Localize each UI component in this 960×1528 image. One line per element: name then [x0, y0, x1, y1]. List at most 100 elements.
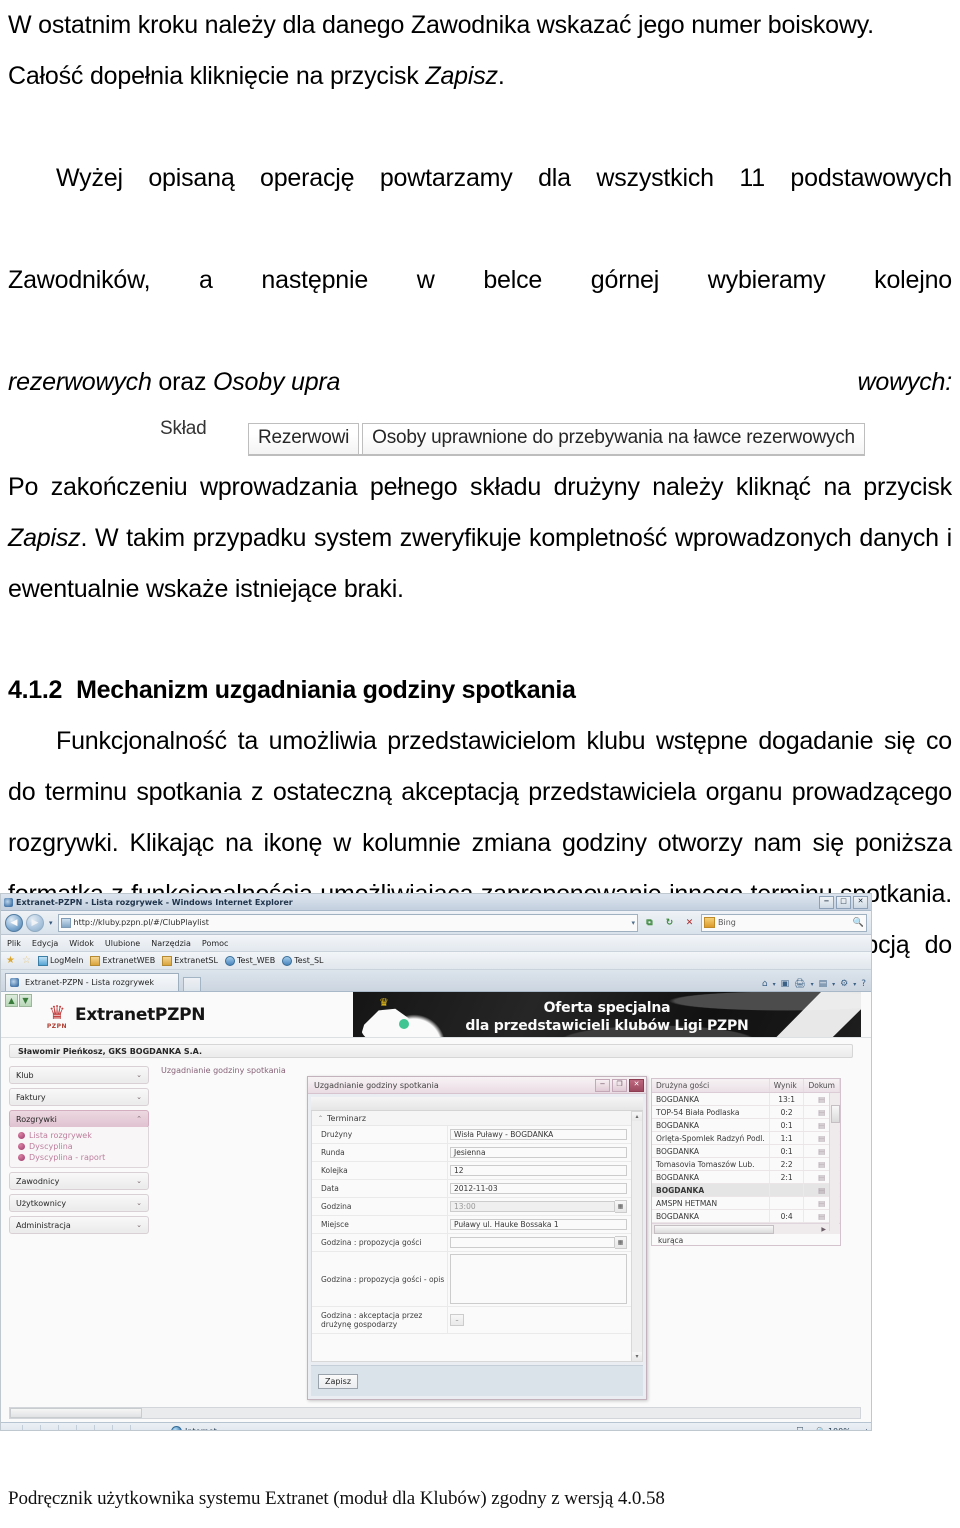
- protected-mode-icon[interactable]: ⛉: [797, 1426, 803, 1430]
- form-group-terminarz[interactable]: ⌃ Terminarz: [312, 1111, 631, 1126]
- browser-title-bar: Extranet-PZPN - Lista rozgrywek - Window…: [1, 894, 871, 911]
- table-row-selected[interactable]: BOGDANKA ▤: [652, 1183, 840, 1197]
- menu-item-widok[interactable]: Widok: [69, 939, 94, 948]
- favorite-extranetweb[interactable]: ExtranetWEB: [90, 955, 155, 966]
- address-chevron-down-icon[interactable]: ▾: [628, 919, 635, 927]
- data-input[interactable]: 2012-11-03: [450, 1183, 627, 1194]
- favorite-extranetsl[interactable]: ExtranetSL: [162, 955, 218, 966]
- document-body: W ostatnim kroku należy dla danego Zawod…: [8, 0, 952, 1022]
- page-horizontal-scrollbar[interactable]: [9, 1407, 861, 1419]
- minimize-button[interactable]: −: [819, 895, 834, 909]
- column-header-wynik[interactable]: Wynik: [769, 1079, 805, 1093]
- back-icon[interactable]: ◀: [5, 913, 23, 932]
- menu-item-narzedzia[interactable]: Narzędzia: [151, 939, 191, 948]
- print-chevron-down-icon[interactable]: ▾: [811, 981, 814, 988]
- print-icon[interactable]: 🖨: [794, 979, 805, 989]
- menu-item-ulubione[interactable]: Ulubione: [105, 939, 140, 948]
- zoom-control[interactable]: 🔍 100% ▾: [816, 1427, 856, 1431]
- runda-input[interactable]: Jesienna: [450, 1147, 627, 1158]
- godzina-picker-icon[interactable]: ▦: [615, 1200, 627, 1213]
- sidebar-item-administracja[interactable]: Administracja ⌄: [9, 1216, 149, 1234]
- grid-vertical-scrollbar[interactable]: [829, 1093, 840, 1231]
- sidebar-item-klub[interactable]: Klub ⌄: [9, 1066, 149, 1084]
- table-row[interactable]: BOGDANKA 0:4 ▤: [652, 1209, 840, 1223]
- forward-icon[interactable]: ▶: [26, 913, 44, 932]
- scroll-down-icon[interactable]: ▾: [632, 1352, 642, 1361]
- favorite-test-sl[interactable]: Test_SL: [282, 955, 323, 966]
- home-chevron-down-icon[interactable]: ▾: [773, 981, 776, 988]
- table-row[interactable]: AMSPN HETMAN ▤: [652, 1196, 840, 1210]
- table-row[interactable]: TOP-54 Biała Podlaska 0:2 ▤: [652, 1105, 840, 1119]
- arrow-up-icon[interactable]: ▲: [5, 994, 18, 1007]
- grid-horizontal-scrollbar[interactable]: ▶: [652, 1223, 840, 1234]
- feed-icon[interactable]: ▣: [781, 979, 790, 989]
- help-icon[interactable]: ?: [861, 979, 866, 989]
- tools-icon[interactable]: ⚙: [840, 979, 848, 989]
- propozycja-gosci-opis-textarea[interactable]: [450, 1254, 627, 1304]
- chevron-down-icon: ⌄: [136, 1071, 142, 1079]
- field-value-wrapper: 2012-11-03: [448, 1180, 631, 1197]
- new-tab-button[interactable]: [183, 977, 201, 991]
- site-logo[interactable]: ♛ PZPN ExtranetPZPN: [44, 1000, 206, 1030]
- refresh-icon[interactable]: ↻: [661, 914, 678, 932]
- home-icon[interactable]: ⌂: [762, 979, 768, 989]
- zoom-chevron-down-icon[interactable]: ▾: [853, 1428, 856, 1431]
- miejsce-input[interactable]: Puławy ul. Hauke Bossaka 1: [450, 1219, 627, 1230]
- promo-banner[interactable]: ♛ Oferta specjalna dla przedstawicieli k…: [353, 992, 861, 1037]
- table-row[interactable]: BOGDANKA 0:1 ▤: [652, 1144, 840, 1158]
- tools-chevron-down-icon[interactable]: ▾: [853, 981, 856, 988]
- save-button[interactable]: Zapisz: [318, 1373, 359, 1389]
- sidebar-subitem-lista-rozgrywek[interactable]: Lista rozgrywek: [18, 1130, 148, 1141]
- recent-pages-chevron-down-icon[interactable]: ▾: [47, 919, 55, 927]
- propozycja-gosci-picker-icon[interactable]: ▦: [615, 1236, 627, 1249]
- search-input[interactable]: Bing 🔍: [701, 913, 867, 932]
- favorites-star-icon[interactable]: ★: [6, 955, 15, 966]
- scroll-up-icon[interactable]: ▴: [632, 1112, 642, 1121]
- column-header-dokum[interactable]: Dokum: [803, 1079, 840, 1093]
- grid-vertical-scroll-thumb[interactable]: [831, 1105, 840, 1123]
- compatibility-view-icon[interactable]: ⧉: [641, 914, 658, 932]
- sidebar-item-zawodnicy[interactable]: Zawodnicy ⌄: [9, 1172, 149, 1190]
- druzyny-input[interactable]: Wisła Puławy - BOGDANKA: [450, 1129, 627, 1140]
- dialog-minimize-button[interactable]: −: [595, 1078, 610, 1092]
- close-button[interactable]: ✕: [853, 895, 868, 909]
- sidebar-item-rozgrywki[interactable]: Rozgrywki ⌃: [9, 1110, 149, 1128]
- security-zone[interactable]: Internet: [171, 1425, 217, 1430]
- menu-item-pomoc[interactable]: Pomoc: [202, 939, 229, 948]
- propozycja-gosci-input[interactable]: [450, 1237, 615, 1248]
- grid-horizontal-scroll-thumb[interactable]: [654, 1224, 774, 1234]
- page-horizontal-scroll-thumb[interactable]: [10, 1408, 142, 1418]
- sidebar-item-uzytkownicy[interactable]: Użytkownicy ⌄: [9, 1194, 149, 1212]
- stop-icon[interactable]: ✕: [681, 914, 698, 932]
- resize-grip-icon[interactable]: ◢: [861, 1427, 867, 1431]
- page-icon[interactable]: ▤: [819, 979, 828, 989]
- kolejka-input[interactable]: 12: [450, 1165, 627, 1176]
- table-row[interactable]: Orlęta-Spomlek Radzyń Podl. 1:1 ▤: [652, 1131, 840, 1145]
- arrow-down-icon[interactable]: ▼: [19, 994, 32, 1007]
- menu-item-edycja[interactable]: Edycja: [32, 939, 58, 948]
- godzina-input[interactable]: 13:00: [450, 1201, 615, 1212]
- table-row[interactable]: BOGDANKA 0:1 ▤: [652, 1118, 840, 1132]
- page-chevron-down-icon[interactable]: ▾: [832, 981, 835, 988]
- dialog-vertical-scrollbar[interactable]: ▴ ▾: [632, 1111, 643, 1362]
- dialog-footer: Zapisz: [311, 1365, 643, 1396]
- sidebar-item-faktury[interactable]: Faktury ⌄: [9, 1088, 149, 1106]
- akceptacja-gospodarzy-checkbox[interactable]: –: [450, 1314, 464, 1326]
- dialog-close-button[interactable]: ✕: [629, 1078, 644, 1092]
- table-row[interactable]: BOGDANKA 2:1 ▤: [652, 1170, 840, 1184]
- menu-item-plik[interactable]: Plik: [7, 939, 21, 948]
- browser-tab[interactable]: Extranet-PZPN - Lista rozgrywek: [5, 973, 179, 991]
- favorite-test-web[interactable]: Test_WEB: [224, 955, 275, 966]
- add-to-favorites-icon[interactable]: ☆: [22, 955, 31, 966]
- sidebar-subitem-dyscyplina-raport[interactable]: Dyscyplina - raport: [18, 1152, 148, 1163]
- maximize-button[interactable]: □: [836, 895, 851, 909]
- table-row[interactable]: BOGDANKA 13:1 ▤: [652, 1092, 840, 1106]
- search-icon[interactable]: 🔍: [853, 918, 864, 928]
- column-header-druzyna-gosci[interactable]: Drużyna gości: [652, 1079, 770, 1093]
- sidebar-subitem-dyscyplina[interactable]: Dyscyplina: [18, 1141, 148, 1152]
- protected-mode-chevron-down-icon[interactable]: ▾: [808, 1428, 811, 1431]
- favorite-logmein[interactable]: LogMeIn: [37, 955, 83, 966]
- table-row[interactable]: Tomasovia Tomaszów Lub. 2:2 ▤: [652, 1157, 840, 1171]
- address-bar[interactable]: http://kluby.pzpn.pl/#/ClubPlaylist ▾: [57, 913, 638, 932]
- dialog-restore-button[interactable]: ❐: [612, 1078, 627, 1092]
